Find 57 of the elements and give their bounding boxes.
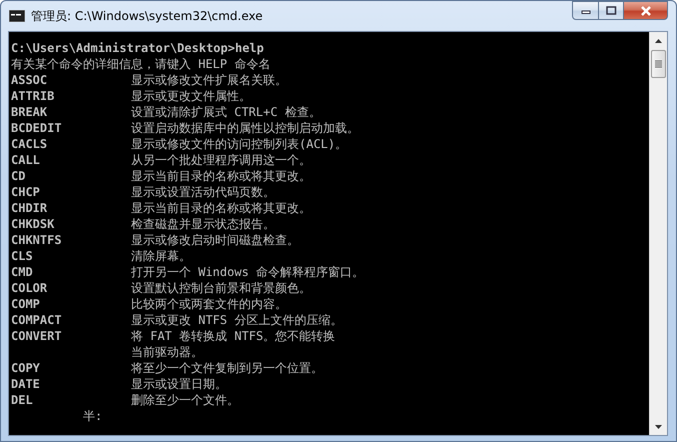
command-description: 将 FAT 卷转换成 NTFS。您不能转换	[131, 328, 336, 344]
command-name: CD	[11, 168, 26, 184]
command-name: CALL	[11, 152, 41, 168]
scroll-thumb[interactable]	[651, 50, 666, 78]
command-name: COLOR	[11, 280, 48, 296]
command-name: COPY	[11, 360, 41, 376]
maximize-icon	[606, 6, 616, 15]
command-description: 清除屏幕。	[131, 248, 192, 264]
help-intro: 有关某个命令的详细信息，请键入 HELP 命令名	[11, 56, 272, 72]
command-description: 显示或设置日期。	[131, 376, 228, 392]
close-icon	[640, 6, 652, 16]
command-name: CHCP	[11, 184, 41, 200]
command-description: 从另一个批处理程序调用这一个。	[131, 152, 312, 168]
down-arrow-icon	[655, 424, 662, 428]
command-name: BREAK	[11, 104, 48, 120]
command-name: DEL	[11, 392, 34, 408]
close-button[interactable]	[623, 1, 668, 20]
command-description: 显示或修改启动时间磁盘检查。	[131, 232, 300, 248]
command-name: COMP	[11, 296, 41, 312]
command-description: 打开另一个 Windows 命令解释程序窗口。	[131, 264, 366, 280]
command-description: 显示或修改文件的访问控制列表(ACL)。	[131, 136, 348, 152]
scrollbar[interactable]	[649, 32, 667, 435]
command-name: CHKDSK	[11, 216, 56, 232]
command-description: 显示或设置活动代码页数。	[131, 184, 276, 200]
command-description: 设置启动数据库中的属性以控制启动加载。	[131, 120, 360, 136]
window-title: 管理员: C:\Windows\system32\cmd.exe	[31, 8, 264, 24]
command-prompt: C:\Users\Administrator\Desktop>help	[11, 40, 265, 56]
command-description: 检查磁盘并显示状态报告。	[131, 216, 276, 232]
command-name: CHKNTFS	[11, 232, 63, 248]
console-app-icon	[9, 10, 25, 22]
up-arrow-icon	[655, 38, 662, 42]
command-name: BCDEDIT	[11, 120, 63, 136]
command-name: ASSOC	[11, 72, 48, 88]
command-name: CONVERT	[11, 328, 63, 344]
minimize-button[interactable]	[572, 1, 599, 20]
command-name: CHDIR	[11, 200, 48, 216]
command-description: 显示当前目录的名称或将其更改。	[131, 168, 312, 184]
command-name: DATE	[11, 376, 41, 392]
command-description: 设置或清除扩展式 CTRL+C 检查。	[131, 104, 322, 120]
command-description: 将至少一个文件复制到另一个位置。	[131, 360, 324, 376]
command-description: 显示当前目录的名称或将其更改。	[131, 200, 312, 216]
maximize-button[interactable]	[598, 1, 624, 20]
minimize-icon	[580, 8, 590, 14]
command-name: CACLS	[11, 136, 48, 152]
ime-status: 半:	[83, 409, 102, 423]
command-description: 显示或更改文件属性。	[131, 88, 252, 104]
command-name: COMPACT	[11, 312, 63, 328]
command-name: CLS	[11, 248, 34, 264]
command-description: 删除至少一个文件。	[131, 392, 240, 408]
command-description: 显示或修改文件扩展名关联。	[131, 72, 288, 88]
command-name: CMD	[11, 264, 34, 280]
command-description: 显示或更改 NTFS 分区上文件的压缩。	[131, 312, 344, 328]
grip-icon	[655, 60, 662, 68]
command-description: 比较两个或两套文件的内容。	[131, 296, 288, 312]
command-description: 当前驱动器。	[131, 344, 204, 360]
command-name: ATTRIB	[11, 88, 56, 104]
command-description: 设置默认控制台前景和背景颜色。	[131, 280, 312, 296]
